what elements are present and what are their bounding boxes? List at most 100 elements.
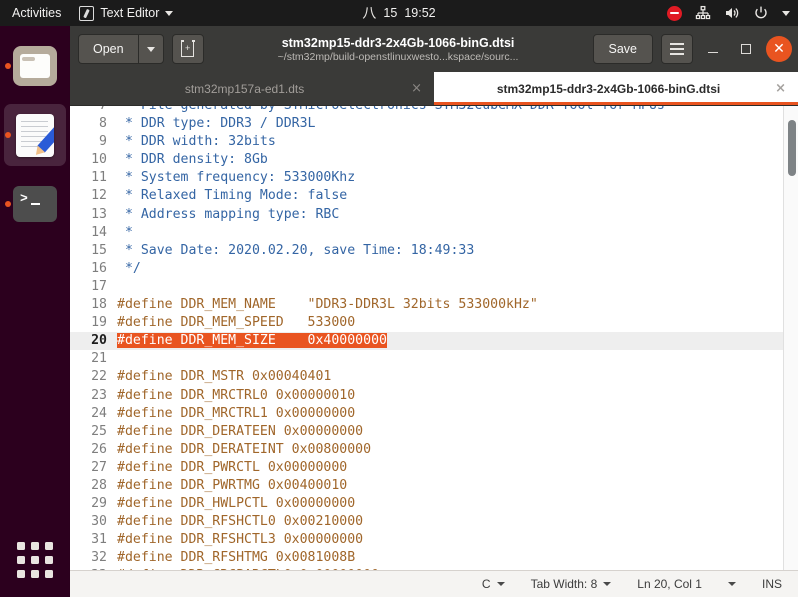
code-text[interactable]: #define DDR_MEM_SPEED 533000 [114, 314, 355, 332]
code-text[interactable] [114, 350, 117, 368]
dock-item-files[interactable] [4, 35, 66, 97]
code-text[interactable]: #define DDR_MRCTRL1 0x00000000 [114, 405, 355, 423]
close-button[interactable]: ✕ [766, 36, 792, 62]
dock-item-text-editor[interactable] [4, 104, 66, 166]
code-span: * Relaxed Timing Mode: false [117, 188, 348, 204]
line-number: 23 [91, 387, 107, 403]
code-line[interactable]: 13 * Address mapping type: RBC [70, 206, 798, 224]
editor-scroll-region[interactable]: 7 * File generated by STMicroelectronics… [70, 106, 798, 570]
code-line[interactable]: 16 */ [70, 260, 798, 278]
code-line[interactable]: 30 #define DDR_RFSHCTL0 0x00210000 [70, 513, 798, 531]
open-button[interactable]: Open [78, 34, 138, 64]
code-line[interactable]: 26 #define DDR_DERATEINT 0x00800000 [70, 441, 798, 459]
code-text[interactable]: #define DDR_PWRTMG 0x00400010 [114, 477, 347, 495]
code-text[interactable]: #define DDR_RFSHCTL0 0x00210000 [114, 513, 363, 531]
code-text[interactable]: #define DDR_DERATEEN 0x00000000 [114, 423, 363, 441]
code-text[interactable]: * DDR type: DDR3 / DDR3L [114, 115, 316, 133]
code-line[interactable]: 9 * DDR width: 32bits [70, 133, 798, 151]
code-text[interactable]: #define DDR_HWLPCTL 0x00000000 [114, 495, 355, 513]
scrollbar-thumb[interactable] [787, 120, 796, 176]
code-span: */ [117, 260, 141, 276]
code-text[interactable]: * DDR density: 8Gb [114, 151, 268, 169]
code-line[interactable]: 15 * Save Date: 2020.02.20, save Time: 1… [70, 242, 798, 260]
code-text[interactable]: * DDR width: 32bits [114, 133, 276, 151]
code-text[interactable]: #define DDR_RFSHCTL3 0x00000000 [114, 531, 363, 549]
code-text[interactable]: * File generated by STMicroelectronics S… [114, 106, 665, 115]
code-line[interactable]: 25 #define DDR_DERATEEN 0x00000000 [70, 423, 798, 441]
grid-dot [45, 570, 53, 578]
line-number: 9 [99, 134, 107, 150]
code-line[interactable]: 18 #define DDR_MEM_NAME "DDR3-DDR3L 32bit… [70, 296, 798, 314]
code-text[interactable]: #define DDR_MEM_SIZE 0x40000000 [114, 332, 387, 350]
code-text[interactable]: #define DDR_DERATEINT 0x00800000 [114, 441, 371, 459]
vertical-scrollbar[interactable] [783, 106, 798, 570]
code-line[interactable]: 17 [70, 278, 798, 296]
code-text[interactable]: * Address mapping type: RBC [114, 206, 339, 224]
code-text[interactable] [114, 278, 117, 296]
code-line[interactable]: 33#define DDR_CRCPARCTL0 0x00000000 [70, 567, 798, 570]
editor-area[interactable]: 7 * File generated by STMicroelectronics… [70, 106, 798, 570]
code-span: * DDR density: 8Gb [117, 152, 268, 168]
text-editor-icon [79, 5, 95, 21]
code-line[interactable]: 21 [70, 350, 798, 368]
network-icon[interactable] [695, 5, 711, 21]
source-code[interactable]: 7 * File generated by STMicroelectronics… [70, 106, 798, 570]
activities-button[interactable]: Activities [0, 0, 71, 26]
line-number: 19 [91, 315, 107, 331]
tab-close-icon[interactable]: × [411, 82, 422, 95]
tab-close-icon[interactable]: × [775, 82, 786, 95]
maximize-button[interactable] [733, 36, 759, 62]
code-text[interactable]: */ [114, 260, 141, 278]
code-text[interactable]: #define DDR_RFSHTMG 0x0081008B [114, 549, 355, 567]
position-dropdown[interactable] [727, 582, 736, 586]
tab-width-selector[interactable]: Tab Width: 8 [531, 577, 612, 591]
code-text[interactable]: #define DDR_MRCTRL0 0x00000010 [114, 387, 355, 405]
code-text[interactable]: * Save Date: 2020.02.20, save Time: 18:4… [114, 242, 474, 260]
new-document-button[interactable]: + [171, 34, 204, 64]
main-menu-button[interactable] [661, 34, 693, 64]
code-span: * File generated by STMicroelectronics S… [117, 106, 665, 113]
code-line[interactable]: 28 #define DDR_PWRTMG 0x00400010 [70, 477, 798, 495]
code-line[interactable]: 24 #define DDR_MRCTRL1 0x00000000 [70, 405, 798, 423]
clock-button[interactable]: 八 15 19:52 [362, 3, 435, 23]
tab-stm32mp15-ddr3-binG[interactable]: stm32mp15-ddr3-2x4Gb-1066-binG.dtsi × [434, 72, 798, 105]
line-number: 31 [91, 532, 107, 548]
code-line[interactable]: 12 * Relaxed Timing Mode: false [70, 187, 798, 205]
open-recent-dropdown[interactable] [137, 34, 164, 64]
code-line[interactable]: 19 #define DDR_MEM_SPEED 533000 [70, 314, 798, 332]
gnome-top-panel: Activities Text Editor 八 15 19:52 [0, 0, 798, 26]
power-icon[interactable] [753, 5, 769, 21]
cursor-position[interactable]: Ln 20, Col 1 [637, 577, 702, 591]
show-applications-button[interactable] [4, 535, 66, 585]
chevron-down-icon[interactable] [782, 10, 790, 16]
code-text[interactable]: #define DDR_MSTR 0x00040401 [114, 368, 331, 386]
code-line[interactable]: 23 #define DDR_MRCTRL0 0x00000010 [70, 387, 798, 405]
code-line[interactable]: 27 #define DDR_PWRCTL 0x00000000 [70, 459, 798, 477]
code-text[interactable]: #define DDR_PWRCTL 0x00000000 [114, 459, 347, 477]
code-line[interactable]: 20 #define DDR_MEM_SIZE 0x40000000 [70, 332, 798, 351]
language-selector[interactable]: C [482, 577, 505, 591]
code-line[interactable]: 32 #define DDR_RFSHTMG 0x0081008B [70, 549, 798, 567]
recording-stop-icon[interactable] [667, 5, 682, 21]
code-line[interactable]: 31 #define DDR_RFSHCTL3 0x00000000 [70, 531, 798, 549]
code-line[interactable]: 7 * File generated by STMicroelectronics… [70, 106, 798, 115]
dock-item-terminal[interactable] [4, 173, 66, 235]
code-text[interactable]: * [114, 224, 133, 242]
code-text[interactable]: #define DDR_MEM_NAME "DDR3-DDR3L 32bits … [114, 296, 538, 314]
save-button[interactable]: Save [592, 34, 653, 64]
code-line[interactable]: 10 * DDR density: 8Gb [70, 151, 798, 169]
minimize-button[interactable] [700, 36, 726, 62]
code-line[interactable]: 11 * System frequency: 533000Khz [70, 169, 798, 187]
code-line[interactable]: 29 #define DDR_HWLPCTL 0x00000000 [70, 495, 798, 513]
tab-stm32mp157a-ed1[interactable]: stm32mp157a-ed1.dts × [70, 72, 434, 105]
code-line[interactable]: 14 * [70, 224, 798, 242]
code-line[interactable]: 22 #define DDR_MSTR 0x00040401 [70, 368, 798, 386]
clock-time: 19:52 [404, 6, 436, 20]
code-span: #define DDR_MRCTRL1 0x00000000 [117, 405, 356, 421]
app-menu-button[interactable]: Text Editor [71, 0, 181, 26]
code-line[interactable]: 8 * DDR type: DDR3 / DDR3L [70, 115, 798, 133]
code-text[interactable]: * System frequency: 533000Khz [114, 169, 355, 187]
code-text[interactable]: * Relaxed Timing Mode: false [114, 187, 347, 205]
volume-icon[interactable] [724, 5, 740, 21]
code-text[interactable]: #define DDR_CRCPARCTL0 0x00000000 [114, 567, 379, 570]
